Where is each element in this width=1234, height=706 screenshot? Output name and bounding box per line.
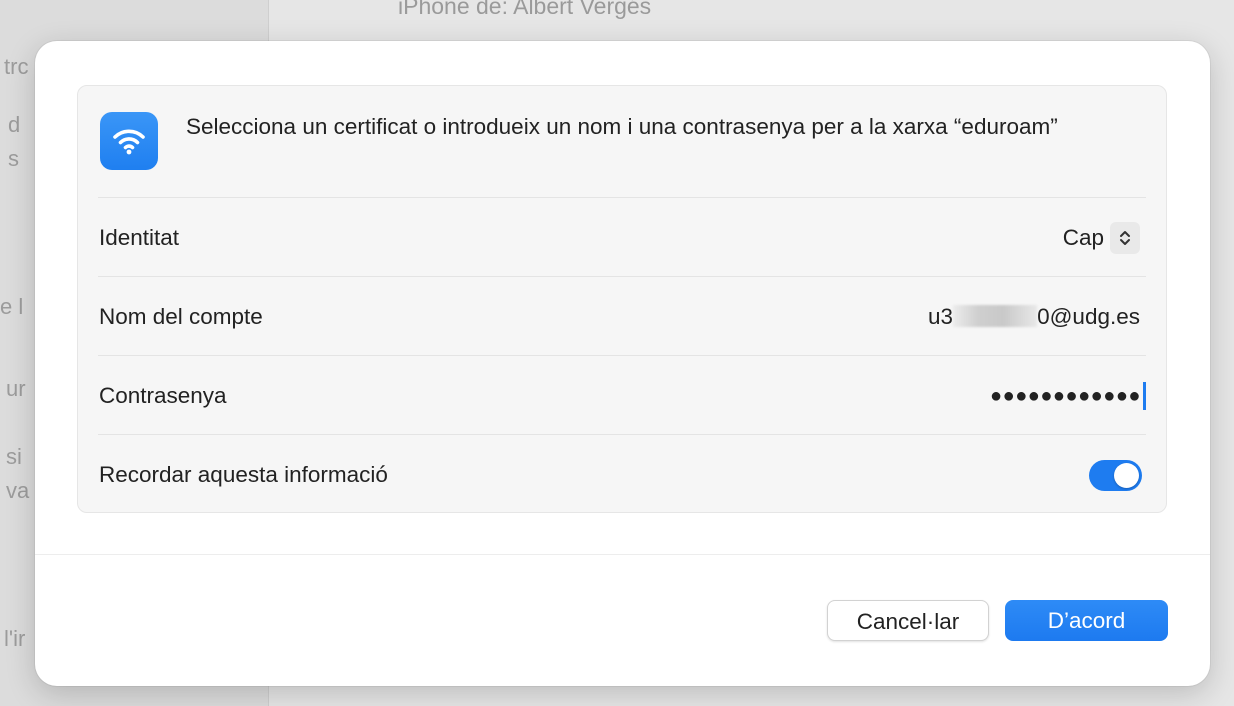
background-sidebar-fragment: d	[8, 112, 21, 137]
background-sidebar-fragment: l'ir	[4, 626, 26, 651]
identity-popup[interactable]: Cap	[1063, 221, 1140, 254]
background-sidebar-fragment: va	[6, 478, 30, 503]
password-label: Contrasenya	[99, 383, 227, 408]
password-masked-value: ●●●●●●●●●●●●	[990, 385, 1141, 407]
wifi-glyph	[113, 129, 145, 155]
credentials-group: Selecciona un certificat o introdueix un…	[77, 85, 1167, 513]
background-sidebar-fragment: trc	[4, 54, 29, 79]
dialog-prompt: Selecciona un certificat o introdueix un…	[186, 114, 1058, 139]
network-auth-dialog: Selecciona un certificat o introdueix un…	[35, 41, 1210, 686]
cancel-button[interactable]: Cancel·lar	[827, 600, 989, 641]
redacted-blur	[953, 305, 1038, 328]
dialog-header: Selecciona un certificat o introdueix un…	[78, 86, 1166, 197]
identity-row: Identitat Cap	[78, 198, 1166, 277]
toggle-knob	[1114, 463, 1139, 488]
password-row: Contrasenya ●●●●●●●●●●●●	[78, 356, 1166, 435]
account-value-prefix: u3	[928, 304, 954, 329]
background-sidebar-fragment: e l	[0, 294, 24, 319]
background-sidebar-fragment: s	[8, 146, 19, 171]
remember-row: Recordar aquesta informació	[78, 435, 1166, 514]
wifi-icon	[100, 112, 158, 170]
remember-toggle[interactable]	[1089, 460, 1142, 491]
background-sidebar-fragment: ur	[6, 376, 26, 401]
account-label: Nom del compte	[99, 304, 263, 329]
ok-button[interactable]: D’acord	[1005, 600, 1168, 641]
account-row: Nom del compte u3 0@udg.es	[78, 277, 1166, 356]
remember-label: Recordar aquesta informació	[99, 462, 388, 487]
background-window-title: iPhone de: Albert Vergés	[398, 0, 652, 19]
password-field[interactable]: ●●●●●●●●●●●●	[990, 382, 1146, 410]
footer-divider	[35, 554, 1210, 555]
identity-value[interactable]: Cap	[1063, 225, 1104, 251]
text-cursor	[1143, 382, 1146, 410]
identity-label: Identitat	[99, 225, 180, 250]
account-field[interactable]: u3 0@udg.es	[928, 277, 1140, 356]
account-value-suffix: 0@udg.es	[1037, 304, 1140, 329]
background-sidebar-fragment: si	[6, 444, 22, 469]
chevron-up-down-icon[interactable]	[1110, 221, 1140, 254]
